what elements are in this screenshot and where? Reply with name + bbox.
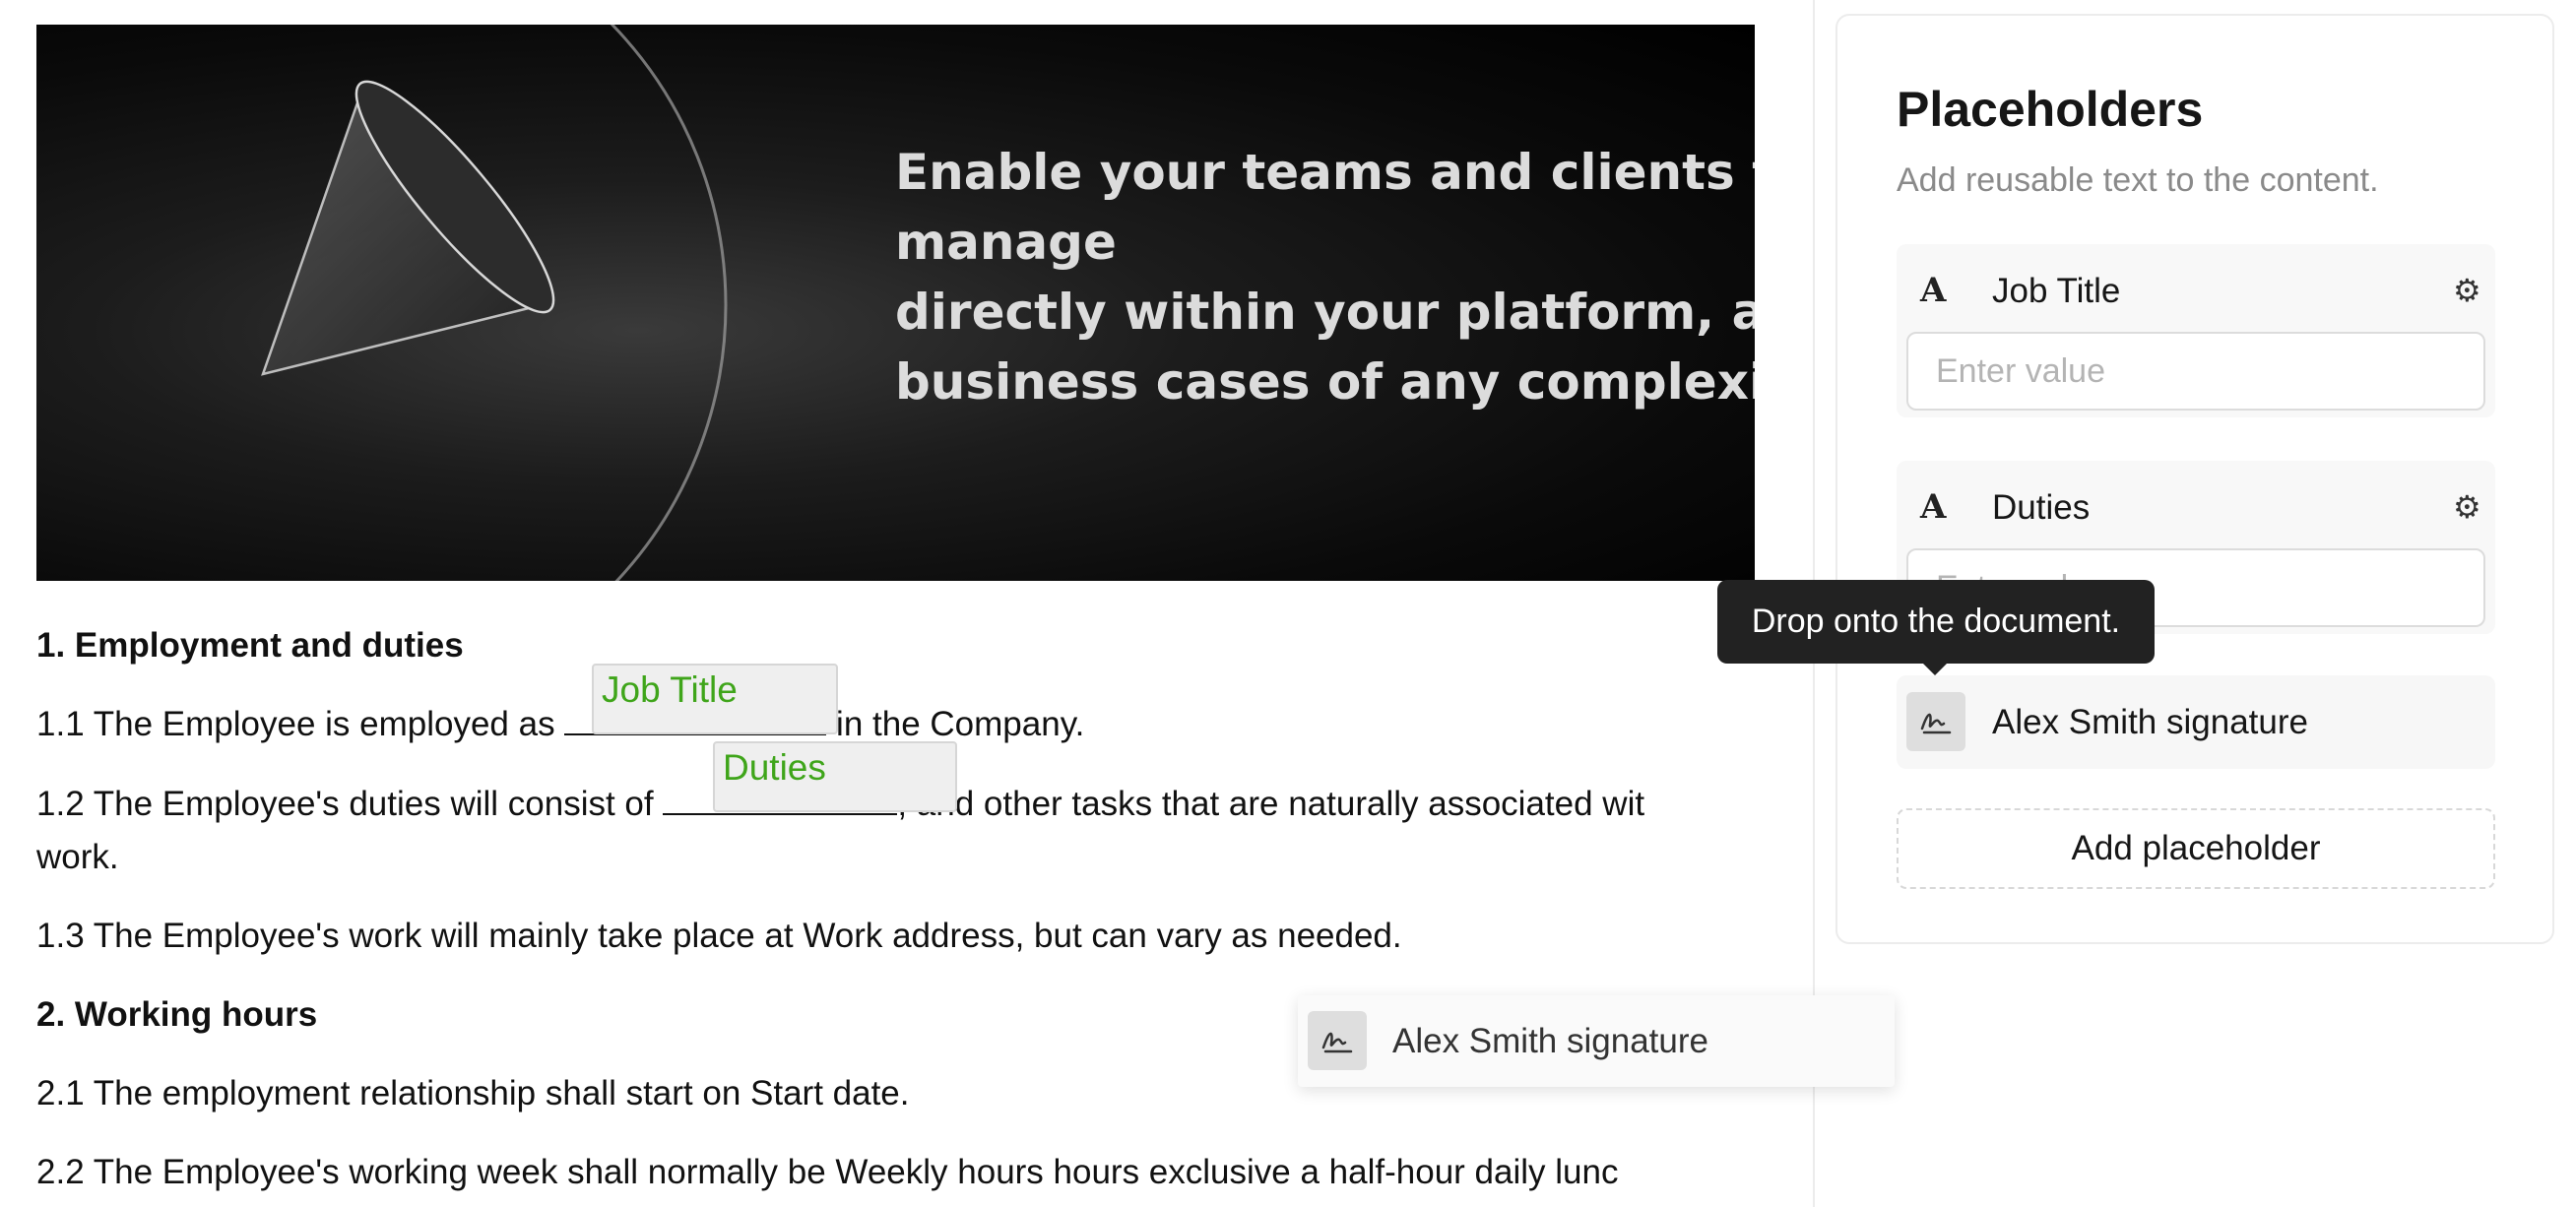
section-heading: 2. Working hours — [36, 995, 318, 1034]
banner-text: Enable your teams and clients to manage … — [895, 144, 1755, 411]
panel-subtitle: Add reusable text to the content. — [1897, 161, 2379, 199]
placeholder-card-job-title[interactable]: A Job Title ⚙ — [1897, 244, 2495, 417]
hero-banner: Enable your teams and clients to manage … — [36, 25, 1755, 581]
paragraph-1-3: 1.3 The Employee's work will mainly take… — [36, 917, 1402, 955]
panel-title: Placeholders — [1897, 82, 2204, 137]
drag-preview-label: Alex Smith signature — [1392, 1022, 1708, 1060]
gear-icon[interactable]: ⚙ — [2453, 488, 2481, 526]
job-title-placeholder-chip[interactable]: Job Title — [592, 664, 838, 734]
paragraph-2-2: 2.2 The Employee's working week shall no… — [36, 1153, 1619, 1191]
job-title-value-input[interactable] — [1906, 332, 2485, 411]
placeholder-label: Job Title — [1992, 272, 2121, 310]
text-icon: A — [1920, 271, 1947, 310]
placeholder-label: Duties — [1992, 488, 2091, 527]
paragraph-text: , and other tasks that are naturally ass… — [897, 785, 1645, 823]
paragraph-text: 1.1 The Employee is employed as — [36, 705, 565, 743]
signature-placeholder-card[interactable]: Alex Smith signature — [1897, 675, 2495, 769]
placeholders-panel: Placeholders Add reusable text to the co… — [1835, 14, 2554, 944]
signature-icon — [1906, 692, 1965, 751]
signature-label: Alex Smith signature — [1992, 703, 2308, 741]
section-heading: 1. Employment and duties — [36, 626, 464, 665]
paragraph-2-1: 2.1 The employment relationship shall st… — [36, 1074, 910, 1112]
tooltip-arrow — [1921, 662, 1949, 675]
gear-icon[interactable]: ⚙ — [2453, 272, 2481, 309]
paragraph-text: in the Company. — [826, 705, 1085, 743]
text-icon: A — [1920, 487, 1947, 527]
paragraph-1-1: 1.1 The Employee is employed as in the C… — [36, 705, 1084, 744]
signature-drag-preview[interactable]: Alex Smith signature — [1298, 995, 1895, 1087]
paragraph-text: 1.2 The Employee's duties will consist o… — [36, 785, 664, 823]
paragraph-1-2-continued: work. — [36, 838, 119, 876]
add-placeholder-button[interactable]: Add placeholder — [1897, 808, 2495, 889]
duties-placeholder-chip[interactable]: Duties — [713, 741, 957, 812]
signature-icon — [1308, 1011, 1367, 1070]
drag-tooltip: Drop onto the document. — [1717, 580, 2155, 664]
